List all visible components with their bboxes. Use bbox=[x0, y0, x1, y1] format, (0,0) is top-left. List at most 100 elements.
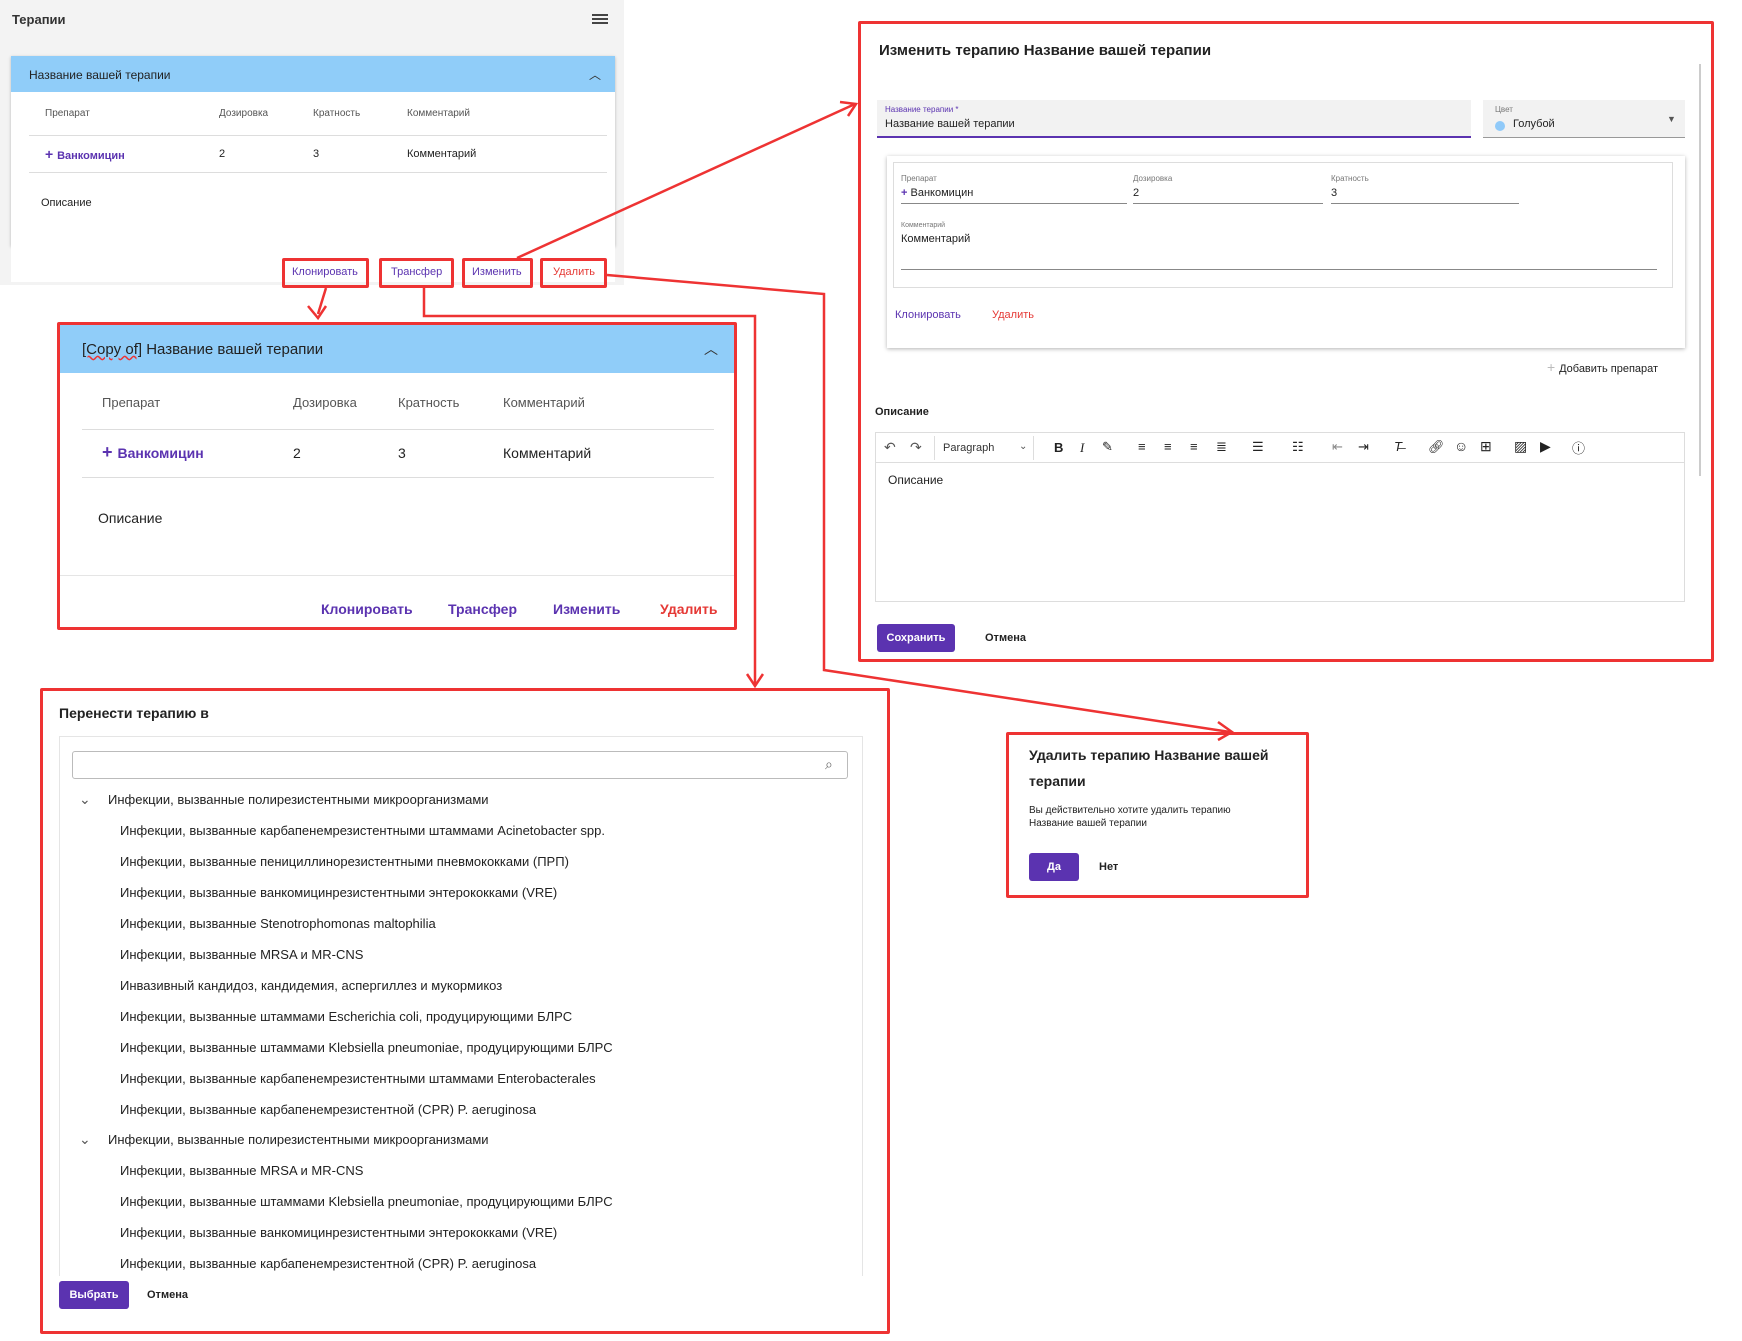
divider bbox=[82, 429, 714, 430]
name-field[interactable]: Название терапии * Название вашей терапи… bbox=[877, 100, 1471, 138]
clear-format-icon[interactable]: T̶ bbox=[1394, 439, 1402, 454]
tree-item[interactable]: Инфекции, вызванные карбапенемрезистентн… bbox=[120, 1071, 596, 1086]
chevron-down-icon[interactable]: ⌄ bbox=[79, 791, 91, 808]
tree-item[interactable]: Инфекции, вызванные ванкомицинрезистентн… bbox=[120, 1225, 557, 1240]
add-drug-button[interactable]: + Добавить препарат bbox=[1547, 359, 1658, 375]
rich-editor: ↶ ↷ Paragraph ⌄ B I ✎ ≡ ≡ ≡ ≣ ☰ ☷ ⇤ ⇥ T̶… bbox=[875, 432, 1685, 602]
drug-underline bbox=[901, 203, 1127, 204]
drug-label: Препарат bbox=[901, 174, 937, 183]
comment-value: Комментарий bbox=[407, 148, 477, 160]
transfer-button[interactable]: Трансфер bbox=[448, 601, 517, 617]
tree-item[interactable]: Инвазивный кандидоз, кандидемия, асперги… bbox=[120, 978, 502, 993]
tree-item[interactable]: Инфекции, вызванные штаммами Klebsiella … bbox=[120, 1194, 613, 1209]
drug-link[interactable]: + Ванкомицин bbox=[102, 442, 204, 463]
image-icon[interactable]: ▨ bbox=[1514, 438, 1527, 455]
clone-button[interactable]: Клонировать bbox=[292, 266, 358, 278]
video-icon[interactable]: ▶ bbox=[1540, 438, 1551, 455]
transfer-dialog: Перенести терапию в ⌕ ⌄ Инфекции, вызван… bbox=[43, 691, 887, 1331]
transfer-cancel-button[interactable]: Отмена bbox=[147, 1289, 188, 1301]
align-justify-icon[interactable]: ≣ bbox=[1216, 439, 1227, 455]
menu-icon[interactable] bbox=[592, 12, 608, 26]
editor-body[interactable]: Описание bbox=[888, 473, 943, 487]
divider bbox=[60, 575, 734, 576]
table-icon[interactable]: ⊞ bbox=[1480, 438, 1492, 455]
search-field[interactable]: ⌕ bbox=[72, 751, 848, 779]
help-icon[interactable]: ⓘ bbox=[1572, 438, 1585, 457]
highlight-icon[interactable]: ✎ bbox=[1102, 439, 1113, 455]
indent-icon[interactable]: ⇥ bbox=[1358, 439, 1369, 455]
tree-item[interactable]: Инфекции, вызванные штаммами Escherichia… bbox=[120, 1009, 572, 1024]
search-icon[interactable]: ⌕ bbox=[825, 756, 833, 773]
tree-item[interactable]: Инфекции, вызванные карбапенемрезистентн… bbox=[120, 1256, 536, 1271]
color-select[interactable]: Цвет Голубой ▼ bbox=[1483, 100, 1685, 138]
plus-icon: + bbox=[45, 146, 58, 162]
color-swatch bbox=[1495, 121, 1505, 131]
edit-scrollbar[interactable] bbox=[1699, 64, 1701, 476]
undo-icon[interactable]: ↶ bbox=[884, 439, 896, 456]
tree-item[interactable]: Инфекции, вызванные карбапенемрезистентн… bbox=[120, 823, 605, 838]
dosage-input[interactable]: 2 bbox=[1133, 187, 1139, 199]
delete-button[interactable]: Удалить bbox=[660, 601, 717, 617]
col-frequency: Кратность bbox=[313, 108, 361, 119]
delete-dialog: Удалить терапию Название вашей терапии В… bbox=[1009, 735, 1306, 895]
clone-button[interactable]: Клонировать bbox=[321, 601, 413, 617]
tree-item[interactable]: Инфекции, вызванные ванкомицинрезистентн… bbox=[120, 885, 557, 900]
redo-icon[interactable]: ↷ bbox=[910, 439, 922, 456]
align-center-icon[interactable]: ≡ bbox=[1164, 439, 1172, 454]
align-right-icon[interactable]: ≡ bbox=[1190, 439, 1198, 454]
comment-label: Комментарий bbox=[901, 222, 946, 229]
drug-field[interactable]: + Ванкомицин bbox=[901, 187, 973, 199]
edit-button[interactable]: Изменить bbox=[553, 601, 620, 617]
card-header[interactable]: Название вашей терапии ︿ bbox=[11, 56, 615, 92]
drug-name: Ванкомицин bbox=[117, 445, 204, 461]
select-button[interactable]: Выбрать bbox=[59, 1281, 129, 1309]
edit-button[interactable]: Изменить bbox=[472, 266, 522, 278]
chevron-down-icon[interactable]: ⌄ bbox=[79, 1131, 91, 1148]
transfer-button[interactable]: Трансфер bbox=[391, 266, 442, 278]
therapy-panel: Терапии Название вашей терапии ︿ Препара… bbox=[0, 0, 624, 285]
card-title: Название вашей терапии bbox=[29, 68, 171, 82]
numbered-list-icon[interactable]: ☷ bbox=[1292, 439, 1304, 455]
yes-button[interactable]: Да bbox=[1029, 853, 1079, 881]
col-drug: Препарат bbox=[45, 108, 90, 119]
bold-icon[interactable]: B bbox=[1054, 440, 1063, 455]
bullet-list-icon[interactable]: ☰ bbox=[1252, 439, 1264, 455]
drug-link[interactable]: + Ванкомицин bbox=[45, 146, 125, 162]
link-icon[interactable]: 🔗︎ bbox=[1428, 439, 1445, 455]
tree-item[interactable]: Инфекции, вызванные штаммами Klebsiella … bbox=[120, 1040, 613, 1055]
outdent-icon[interactable]: ⇤ bbox=[1332, 439, 1343, 455]
search-input[interactable] bbox=[79, 753, 799, 777]
drug-delete-button[interactable]: Удалить bbox=[992, 309, 1034, 321]
format-select[interactable]: Paragraph ⌄ bbox=[934, 436, 1034, 460]
no-button[interactable]: Нет bbox=[1099, 861, 1118, 873]
tree-group[interactable]: Инфекции, вызванные полирезистентными ми… bbox=[108, 1132, 489, 1147]
emoji-icon[interactable]: ☺ bbox=[1454, 438, 1468, 454]
tree-item[interactable]: Инфекции, вызванные Stenotrophomonas mal… bbox=[120, 916, 436, 931]
tree-item[interactable]: Инфекции, вызванные пенициллинорезистент… bbox=[120, 854, 569, 869]
edit-cancel-button[interactable]: Отмена bbox=[985, 632, 1026, 644]
chevron-up-icon[interactable]: ︿ bbox=[589, 66, 601, 83]
arrow-clone-head bbox=[307, 305, 328, 321]
col-dosage: Дозировка bbox=[293, 395, 357, 410]
italic-icon[interactable]: I bbox=[1080, 440, 1084, 456]
arrow-edit-head bbox=[839, 100, 859, 117]
tree-group[interactable]: Инфекции, вызванные полирезистентными ми… bbox=[108, 792, 489, 807]
clone-card-header[interactable]: [Copy of] Название вашей терапии ︿ bbox=[60, 325, 734, 373]
align-left-icon[interactable]: ≡ bbox=[1138, 439, 1146, 454]
tree-item[interactable]: Инфекции, вызванные MRSA и MR-CNS bbox=[120, 947, 363, 962]
freq-input[interactable]: 3 bbox=[1331, 187, 1337, 199]
description-label: Описание bbox=[875, 406, 929, 418]
chevron-up-icon[interactable]: ︿ bbox=[704, 339, 718, 359]
tree-item[interactable]: Инфекции, вызванные карбапенемрезистентн… bbox=[120, 1102, 536, 1117]
save-button[interactable]: Сохранить bbox=[877, 624, 955, 652]
tree-item[interactable]: Инфекции, вызванные MRSA и MR-CNS bbox=[120, 1163, 363, 1178]
panel-title: Терапии bbox=[12, 12, 66, 27]
dosage-label: Дозировка bbox=[1133, 174, 1173, 183]
comment-underline bbox=[901, 269, 1657, 270]
name-input[interactable]: Название вашей терапии bbox=[885, 118, 1015, 130]
freq-underline bbox=[1331, 203, 1519, 204]
delete-button[interactable]: Удалить bbox=[553, 266, 595, 278]
drug-name: Ванкомицин bbox=[57, 150, 125, 162]
comment-input[interactable]: Комментарий bbox=[901, 233, 970, 245]
drug-clone-button[interactable]: Клонировать bbox=[895, 309, 961, 321]
